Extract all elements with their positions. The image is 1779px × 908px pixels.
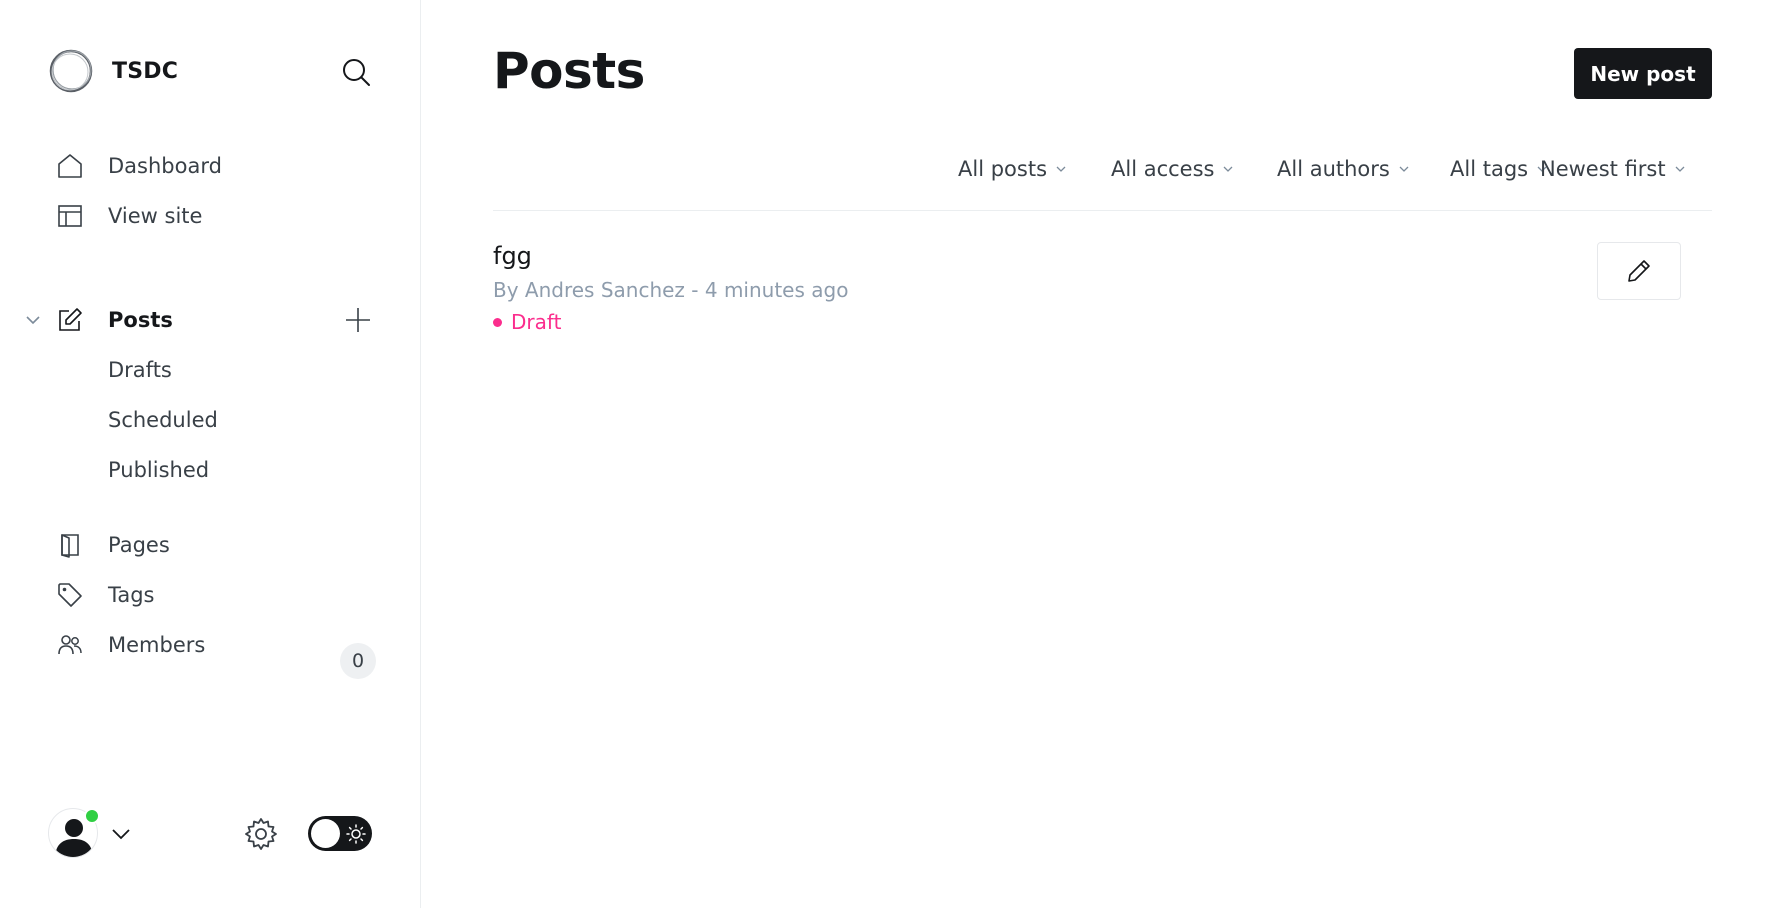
new-post-button[interactable]: New post <box>1574 48 1712 99</box>
theme-toggle[interactable] <box>308 816 372 851</box>
divider <box>493 210 1712 211</box>
status-dot <box>493 317 502 327</box>
layout-icon <box>56 202 84 230</box>
filter-label: All access <box>1111 157 1215 181</box>
filter-all-authors[interactable]: All authors <box>1277 152 1410 186</box>
home-icon <box>56 152 84 180</box>
sun-icon <box>346 824 366 844</box>
members-icon <box>56 631 84 659</box>
filter-label: All tags <box>1450 157 1529 181</box>
sidebar-item-label: Members <box>108 633 206 657</box>
gear-icon[interactable] <box>242 815 280 853</box>
edit-icon <box>56 306 84 334</box>
page-title: Posts <box>493 42 645 100</box>
chevron-down-icon <box>1224 166 1233 172</box>
sidebar-item-published[interactable]: Published <box>108 454 209 486</box>
chevron-down-icon <box>1399 166 1409 172</box>
chevron-down-icon <box>1056 166 1066 172</box>
sidebar-item-view-site[interactable]: View site <box>56 198 202 234</box>
edit-post-button[interactable] <box>1597 242 1681 300</box>
sidebar-item-scheduled[interactable]: Scheduled <box>108 404 218 436</box>
filter-sort-order[interactable]: Newest first <box>1540 152 1686 186</box>
status-label: Draft <box>511 310 562 334</box>
post-title[interactable]: fgg <box>493 242 532 270</box>
sidebar-item-label: View site <box>108 204 203 228</box>
sidebar-item-posts[interactable]: Posts <box>56 302 173 338</box>
filter-all-access[interactable]: All access <box>1111 152 1234 186</box>
post-meta: By Andres Sanchez - 4 minutes ago <box>493 278 849 302</box>
filter-all-tags[interactable]: All tags <box>1450 152 1548 186</box>
members-count-badge: 0 <box>340 643 376 679</box>
tag-icon <box>56 581 84 609</box>
pencil-icon <box>1628 260 1650 282</box>
filter-label: All authors <box>1277 157 1390 181</box>
sidebar-item-label: Pages <box>108 533 170 557</box>
status-badge: Draft <box>493 310 561 334</box>
sidebar-item-label: Posts <box>108 308 173 332</box>
brand[interactable]: TSDC <box>48 48 178 94</box>
pages-icon <box>56 531 84 559</box>
sidebar-item-members[interactable]: Members <box>56 627 205 663</box>
add-post-icon[interactable] <box>344 306 372 334</box>
sidebar-item-pages[interactable]: Pages <box>56 527 170 563</box>
filter-label: Newest first <box>1540 157 1666 181</box>
search-icon[interactable] <box>340 56 372 88</box>
brand-logo-icon <box>48 48 94 94</box>
chevron-down-icon <box>1675 166 1685 172</box>
sidebar-item-label: Tags <box>108 583 155 607</box>
brand-name: TSDC <box>112 58 179 84</box>
sidebar-item-tags[interactable]: Tags <box>56 577 155 613</box>
chevron-down-icon[interactable] <box>110 824 132 844</box>
toggle-knob <box>311 819 340 848</box>
filter-label: All posts <box>958 157 1048 181</box>
filter-all-posts[interactable]: All posts <box>958 152 1067 186</box>
sidebar: TSDC Dashboard View site Posts Drafts Sc… <box>0 0 421 908</box>
sidebar-item-dashboard[interactable]: Dashboard <box>56 148 222 184</box>
sidebar-item-label: Dashboard <box>108 154 222 178</box>
sidebar-item-drafts[interactable]: Drafts <box>108 354 172 386</box>
chevron-down-icon[interactable] <box>24 311 42 329</box>
online-status-indicator <box>84 808 100 824</box>
